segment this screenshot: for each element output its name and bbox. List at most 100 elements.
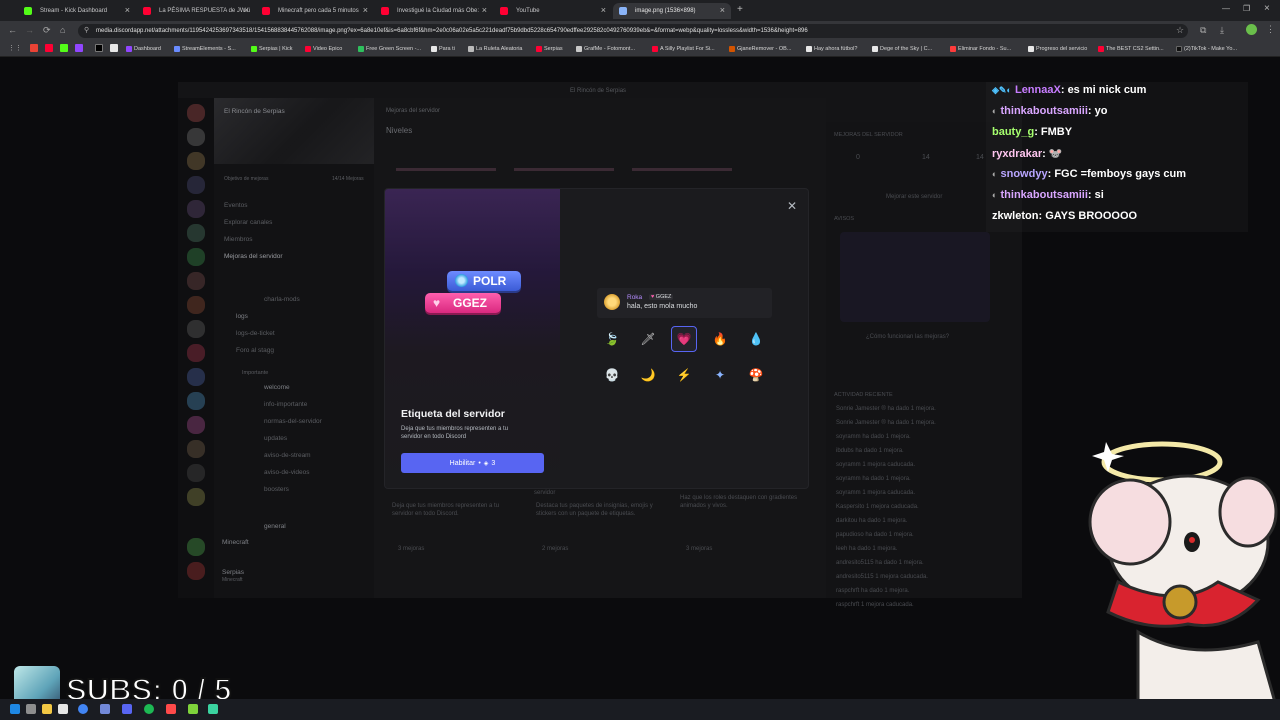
reload-icon[interactable]: ⟳	[43, 25, 51, 36]
browser-tab[interactable]: La PÉSIMA RESPUESTA de JW.ü ×	[137, 3, 255, 19]
server-icon[interactable]	[187, 104, 205, 122]
apps-icon[interactable]: ⋮⋮	[8, 44, 22, 52]
channel-events[interactable]: Eventos	[224, 202, 248, 209]
browser-tab[interactable]: Investigué la Ciudad más Obe: ×	[375, 3, 493, 19]
server-icon[interactable]	[187, 152, 205, 170]
search-icon[interactable]	[26, 704, 36, 714]
file-explorer-icon[interactable]	[42, 704, 52, 714]
moon-icon[interactable]: 🌙	[635, 362, 661, 388]
server-icon[interactable]	[187, 272, 205, 290]
mushroom-icon[interactable]: 🍄	[743, 362, 769, 388]
star-icon[interactable]: ☆	[1176, 25, 1184, 36]
server-icon[interactable]	[187, 200, 205, 218]
bookmark-item[interactable]: Free Green Screen -...	[358, 44, 421, 54]
channel-item[interactable]: logs	[236, 313, 248, 320]
maximize-icon[interactable]: ❐	[1243, 4, 1250, 13]
chrome-icon[interactable]	[78, 704, 88, 714]
bookmark-item[interactable]: StreamElements - S...	[174, 44, 236, 54]
channel-item[interactable]: normas-del-servidor	[264, 418, 322, 425]
bookmark-item[interactable]: GjaneRemover - OB...	[729, 44, 791, 54]
server-icon[interactable]	[187, 488, 205, 506]
url-input[interactable]: ⚲ media.discordapp.net/attachments/11954…	[78, 24, 1188, 38]
sparkle-icon[interactable]: ✦	[707, 362, 733, 388]
channel-server-boost[interactable]: Mejoras del servidor	[224, 253, 283, 260]
channel-item[interactable]: welcome	[264, 384, 290, 391]
channel-browse[interactable]: Explorar canales	[224, 219, 272, 226]
heart-icon[interactable]: 💗	[671, 326, 697, 352]
back-icon[interactable]: ←	[8, 25, 17, 35]
youtube-icon[interactable]	[45, 44, 53, 52]
browser-tab[interactable]: Stream - Kick Dashboard ×	[18, 3, 136, 19]
minimize-icon[interactable]: —	[1222, 4, 1230, 13]
server-icon[interactable]	[187, 248, 205, 266]
app-icon[interactable]	[188, 704, 198, 714]
new-tab-button[interactable]: +	[737, 4, 743, 15]
lightning-icon[interactable]: ⚡	[671, 362, 697, 388]
bookmark-item[interactable]: GrafMe - Fotomont...	[576, 44, 635, 54]
channel-members[interactable]: Miembros	[224, 236, 253, 243]
server-icon[interactable]	[187, 368, 205, 386]
channel-category[interactable]: Importante	[242, 370, 268, 376]
server-icon[interactable]	[187, 224, 205, 242]
discord-icon[interactable]	[100, 704, 110, 714]
bookmark-item[interactable]: Dashboard	[126, 44, 161, 54]
water-drop-icon[interactable]: 💧	[743, 326, 769, 352]
close-icon[interactable]: ×	[601, 5, 606, 15]
enable-button[interactable]: Habilitar • ◈ 3	[401, 453, 544, 473]
server-icon[interactable]	[187, 440, 205, 458]
server-icon[interactable]	[187, 538, 205, 556]
close-icon[interactable]: ×	[125, 5, 130, 15]
server-icon[interactable]	[187, 416, 205, 434]
leaf-icon[interactable]: 🍃	[599, 326, 625, 352]
close-icon[interactable]: ×	[363, 5, 368, 15]
bookmark-item[interactable]: (2)TikTok - Make Yo...	[1176, 44, 1237, 54]
bookmark-item[interactable]: Progreso del servicio	[1028, 44, 1087, 54]
obs-icon[interactable]	[166, 704, 176, 714]
menu-icon[interactable]: ⋮	[1266, 24, 1275, 35]
server-icon[interactable]	[187, 128, 205, 146]
twitch-icon[interactable]	[75, 44, 83, 52]
server-icon[interactable]	[187, 392, 205, 410]
bookmark-item[interactable]: La Ruleta Aleatoria	[468, 44, 522, 54]
channel-item[interactable]: charla-mods	[264, 296, 300, 303]
channel-item[interactable]: Foro al stagg	[236, 347, 274, 354]
site-info-icon[interactable]: ⚲	[84, 24, 89, 38]
close-icon[interactable]: ×	[720, 5, 725, 15]
channel-item[interactable]: updates	[264, 435, 287, 442]
bookmark-item[interactable]: Video Epico	[305, 44, 342, 54]
x-icon[interactable]	[110, 44, 118, 52]
kick-icon[interactable]	[60, 44, 68, 52]
close-window-icon[interactable]: ×	[1264, 3, 1270, 14]
home-icon[interactable]: ⌂	[60, 25, 65, 35]
fire-icon[interactable]: 🔥	[707, 326, 733, 352]
channel-item[interactable]: general	[264, 523, 286, 530]
extensions-icon[interactable]: ⧉	[1200, 25, 1206, 36]
close-icon[interactable]: ✕	[787, 199, 797, 213]
download-icon[interactable]: ⤓	[1220, 25, 1224, 36]
bookmark-item[interactable]: Eliminar Fondo - Su...	[950, 44, 1011, 54]
server-name[interactable]: El Rincón de Serpias	[224, 108, 285, 115]
how-boosts-work-link[interactable]: ¿Cómo funcionan las mejoras?	[866, 334, 949, 340]
voice-channel[interactable]: Minecraft	[222, 539, 249, 546]
tiktok-icon[interactable]	[95, 44, 103, 52]
skull-icon[interactable]: 💀	[599, 362, 625, 388]
user-avatar[interactable]	[187, 562, 205, 580]
forward-icon[interactable]: →	[25, 25, 34, 35]
app-icon[interactable]	[58, 704, 68, 714]
gmail-icon[interactable]	[30, 44, 38, 52]
channel-item[interactable]: aviso-de-stream	[264, 452, 311, 459]
channel-item[interactable]: logs-de-ticket	[236, 330, 275, 337]
channel-item[interactable]: boosters	[264, 486, 289, 493]
bookmark-item[interactable]: Dege of the Sky | C...	[872, 44, 932, 54]
close-icon[interactable]: ×	[244, 5, 249, 15]
app-icon[interactable]	[208, 704, 218, 714]
bookmark-item[interactable]: Serpias | Kick	[251, 44, 293, 54]
server-icon[interactable]	[187, 344, 205, 362]
server-icon[interactable]	[187, 464, 205, 482]
bookmark-item[interactable]: The BEST CS2 Settin...	[1098, 44, 1164, 54]
spotify-icon[interactable]	[144, 704, 154, 714]
server-icon[interactable]	[187, 320, 205, 338]
bookmark-item[interactable]: Hay ahora fútbol?	[806, 44, 857, 54]
browser-tab[interactable]: Minecraft pero cada 5 minutos ×	[256, 3, 374, 19]
bookmark-item[interactable]: Serpias	[536, 44, 563, 54]
